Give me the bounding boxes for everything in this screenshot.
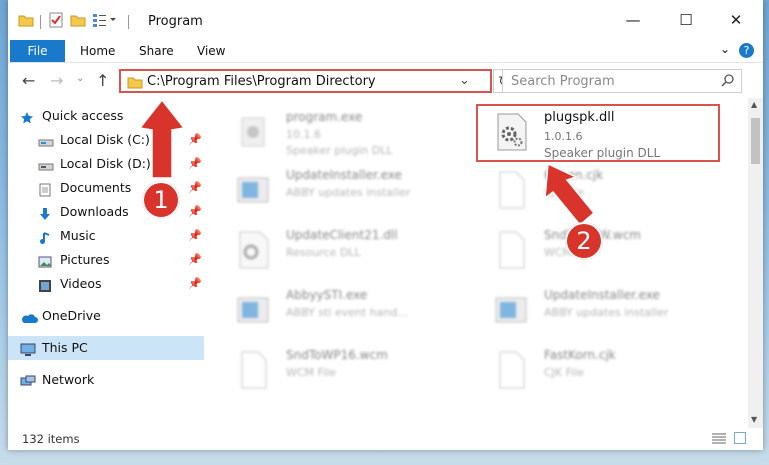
annotation-arrows: [138, 98, 596, 227]
arrow-2-icon: [544, 162, 596, 227]
arrow-1-icon: [138, 98, 186, 179]
step-2-badge: 2: [565, 222, 603, 260]
step-1-badge: 1: [142, 181, 180, 219]
